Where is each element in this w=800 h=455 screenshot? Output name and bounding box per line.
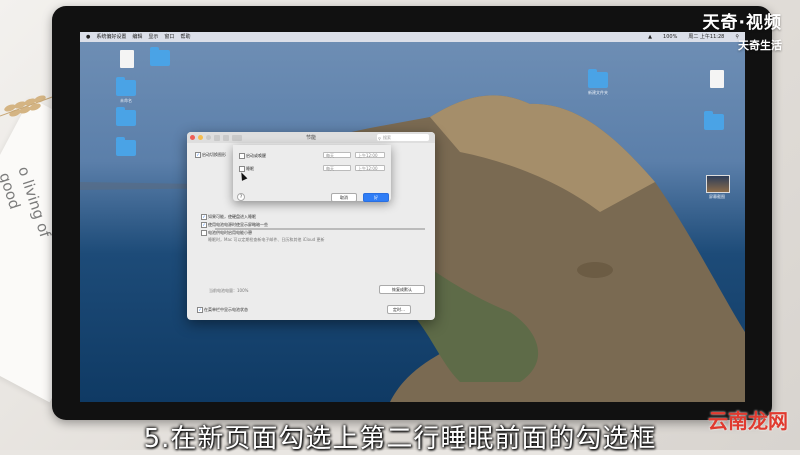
power-nap-label: 电池供电时启用电能小憩 xyxy=(208,230,252,235)
menu-app-name[interactable]: 系统偏好设置 xyxy=(96,32,126,42)
desktop-screenshot-label: 屏幕截图 xyxy=(709,194,725,199)
schedule-button[interactable]: 定时… xyxy=(387,305,411,314)
wifi-icon[interactable]: ▲ xyxy=(648,32,652,42)
auto-graphics-checkbox[interactable]: ✓ xyxy=(195,152,201,158)
window-titlebar: 节能 ⚲ 搜索 xyxy=(187,132,435,143)
menu-item-help[interactable]: 帮助 xyxy=(180,32,190,42)
cancel-button[interactable]: 取消 xyxy=(331,193,357,202)
menu-item-window[interactable]: 窗口 xyxy=(164,32,174,42)
watermark-bottom: 云南龙网 xyxy=(708,409,788,433)
desktop-folder-icon[interactable] xyxy=(588,69,608,88)
menu-bar: ● 系统偏好设置 编辑 显示 窗口 帮助 ▲ 100% 周二 上午11:28 ⚲ xyxy=(80,32,745,42)
dim-display-label: 使用电池电源时使显示屏略暗一些 xyxy=(208,222,268,227)
sleep-label: 睡眠 xyxy=(246,166,254,171)
auto-graphics-label: 启动切换图形 xyxy=(202,152,226,157)
battery-level-label: 当前电池电量：100% xyxy=(209,288,249,293)
sleep-day-select[interactable]: 每天 xyxy=(323,165,351,171)
desktop-folder-icon[interactable] xyxy=(704,111,724,130)
desktop-folder-icon[interactable] xyxy=(116,77,136,96)
search-field[interactable]: ⚲ 搜索 xyxy=(377,134,429,141)
dim-display-checkbox[interactable]: ✓ xyxy=(201,222,207,228)
disk-sleep-label: 如果可能，使硬盘进入睡眠 xyxy=(208,214,256,219)
sleep-time-field[interactable]: 上午12:00 xyxy=(355,165,385,171)
desktop-folder-label: 未命名 xyxy=(120,98,132,103)
watermark-sub: 天奇生活 xyxy=(738,39,782,52)
ok-button[interactable]: 好 xyxy=(363,193,389,202)
startup-wake-label: 启动或唤醒 xyxy=(246,153,266,158)
video-caption: 5.在新页面勾选上第二行睡眠前面的勾选框 xyxy=(143,424,657,454)
watermark-brand: 天奇·视频 xyxy=(702,13,782,33)
desktop-file-icon[interactable] xyxy=(710,70,724,88)
search-placeholder: 搜索 xyxy=(383,135,391,140)
wheat-decoration xyxy=(0,95,56,117)
desktop-file-icon[interactable] xyxy=(120,50,134,68)
startup-wake-checkbox[interactable] xyxy=(239,153,245,159)
help-button[interactable]: ? xyxy=(237,193,245,201)
menubar-battery-checkbox[interactable]: ✓ xyxy=(197,307,203,313)
battery-percent[interactable]: 100% xyxy=(663,32,677,42)
menubar-battery-label: 在菜单栏中显示电池状态 xyxy=(204,307,248,312)
apple-icon[interactable]: ● xyxy=(86,32,90,42)
menu-item-edit[interactable]: 编辑 xyxy=(132,32,142,42)
startup-time-field[interactable]: 上午12:00 xyxy=(355,152,385,158)
watermark-top: 天奇·视频 天奇生活 xyxy=(703,8,782,53)
desktop-screenshot-thumbnail[interactable] xyxy=(706,175,730,193)
schedule-sheet: 启动或唤醒 每天 上午12:00 睡眠 每天 上午12:00 ? 取消 好 xyxy=(233,145,391,202)
search-icon: ⚲ xyxy=(378,136,381,141)
desktop-folder-icon[interactable] xyxy=(150,47,170,66)
power-nap-note: 睡眠时，Mac 可以定期检查新电子邮件、日历和其他 iCloud 更新 xyxy=(208,237,325,242)
desktop-folder-icon[interactable] xyxy=(116,107,136,126)
startup-day-select[interactable]: 每天 xyxy=(323,152,351,158)
menu-item-view[interactable]: 显示 xyxy=(148,32,158,42)
restore-defaults-button[interactable]: 恢复成默认 xyxy=(379,285,425,294)
desktop-folder-icon[interactable] xyxy=(116,137,136,156)
power-nap-checkbox[interactable] xyxy=(201,230,207,236)
disk-sleep-checkbox[interactable]: ✓ xyxy=(201,214,207,220)
desktop-folder-label: 新建文件夹 xyxy=(588,90,608,95)
